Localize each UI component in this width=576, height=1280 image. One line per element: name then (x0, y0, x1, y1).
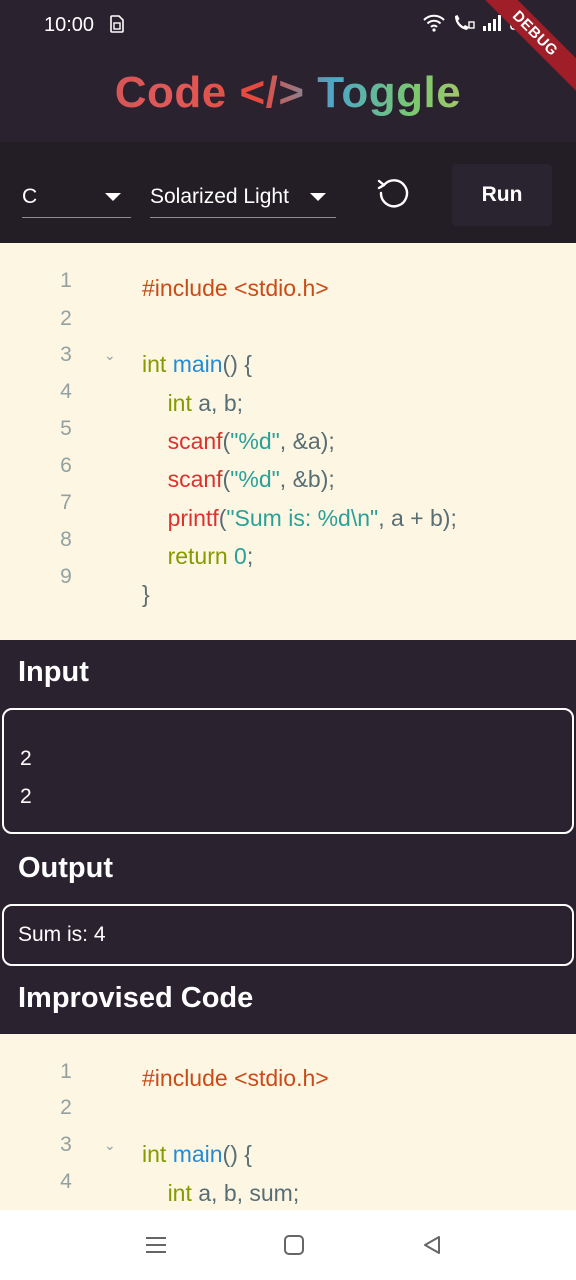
code-line: } (142, 581, 150, 607)
line-number: 2 (60, 1096, 72, 1119)
code-line: int main() { (142, 1141, 252, 1167)
home-icon (284, 1235, 304, 1255)
output-title: Output (18, 852, 114, 884)
system-nav-bar (0, 1210, 576, 1280)
wifi-icon (422, 14, 446, 32)
line-number: 8 (60, 528, 72, 551)
output-field: Sum is: 4 (2, 904, 574, 966)
code-line: scanf("%d", &b); (167, 466, 335, 492)
language-dropdown[interactable]: C (22, 176, 131, 218)
code-editor[interactable]: 1 2 3 4 5 6 7 8 9 ⌄ #include <stdio.h> i… (0, 243, 576, 640)
improvised-code-editor[interactable]: 1 2 3 4 ⌄ #include <stdio.h> int main() … (0, 1034, 576, 1210)
code-line: #include <stdio.h> (142, 1065, 329, 1091)
code-line: #include <stdio.h> (142, 275, 329, 301)
reset-button[interactable] (374, 174, 412, 212)
signal-icon (482, 14, 504, 32)
call-icon (452, 14, 476, 32)
sim-icon (110, 15, 124, 38)
back-icon (424, 1236, 440, 1254)
status-time: 10:00 (44, 14, 95, 36)
input-title: Input (18, 656, 89, 688)
line-number: 3 (60, 343, 72, 366)
code-line: scanf("%d", &a); (167, 428, 335, 454)
status-bar: 10:00 DEBUG (0, 0, 576, 95)
line-number: 6 (60, 454, 72, 477)
line-number: 1 (60, 1060, 72, 1083)
line-number: 3 (60, 1133, 72, 1156)
improvised-title: Improvised Code (18, 982, 254, 1014)
fold-chevron-icon[interactable]: ⌄ (104, 347, 116, 364)
line-number: 4 (60, 380, 72, 403)
code-line: int a, b; (167, 390, 244, 416)
line-number: 2 (60, 307, 72, 330)
input-line: 2 (20, 785, 32, 808)
chevron-down-icon (105, 192, 121, 201)
input-field[interactable]: 2 2 (2, 708, 574, 834)
battery-icon (510, 15, 536, 31)
input-line: 2 (20, 747, 32, 770)
refresh-icon (377, 179, 409, 208)
theme-value: Solarized Light (150, 184, 289, 208)
theme-dropdown[interactable]: Solarized Light (150, 176, 336, 218)
line-number: 4 (60, 1170, 72, 1193)
toolbar: C Solarized Light Run (0, 142, 576, 243)
chevron-down-icon (310, 192, 326, 201)
code-line: printf("Sum is: %d\n", a + b); (167, 505, 457, 531)
language-value: C (22, 184, 38, 208)
menu-button[interactable] (141, 1230, 171, 1260)
line-number: 5 (60, 417, 72, 440)
app-title: Code </> Toggle (0, 68, 576, 118)
menu-icon (146, 1237, 166, 1253)
status-icons (422, 14, 536, 32)
line-number: 9 (60, 565, 72, 588)
line-number: 1 (60, 269, 72, 292)
home-button[interactable] (279, 1230, 309, 1260)
line-number: 7 (60, 491, 72, 514)
code-line: return 0; (167, 543, 254, 569)
code-line: int main() { (142, 351, 252, 377)
run-button[interactable]: Run (452, 164, 552, 226)
fold-chevron-icon[interactable]: ⌄ (104, 1137, 116, 1154)
code-line: int a, b, sum; (167, 1180, 300, 1206)
back-button[interactable] (417, 1230, 447, 1260)
